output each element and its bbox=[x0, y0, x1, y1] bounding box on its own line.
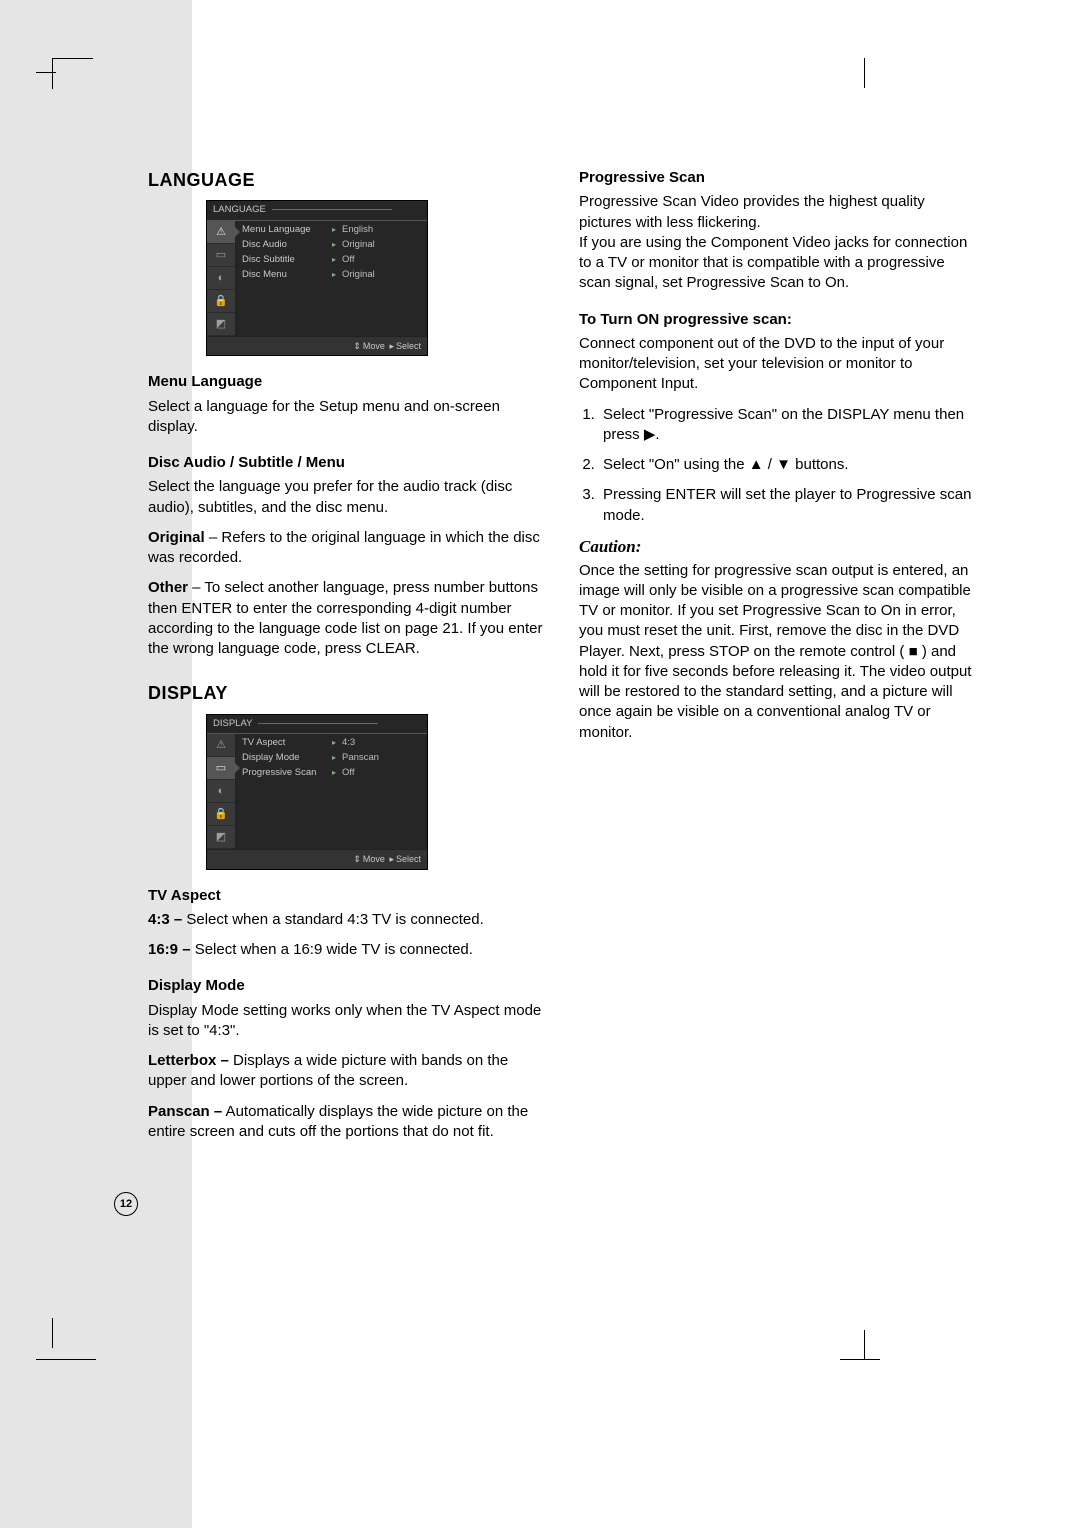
display-screenshot: DISPLAY ⚠ ▭ ◐ 🔒 ◩ TV Aspect▸4:3Display M… bbox=[206, 714, 428, 870]
stop-square-icon: ■ bbox=[909, 643, 918, 660]
panscan-option: Panscan – Automatically displays the wid… bbox=[148, 1102, 543, 1143]
left-column: LANGUAGE LANGUAGE ⚠ ▭ ◐ 🔒 ◩ Menu Languag… bbox=[148, 168, 543, 1152]
original-option: Original – Refers to the original langua… bbox=[148, 528, 543, 569]
tv-aspect-heading: TV Aspect bbox=[148, 886, 543, 906]
display-mode-text: Display Mode setting works only when the… bbox=[148, 1001, 543, 1042]
right-chevron-icon: ▸ bbox=[332, 255, 342, 266]
right-chevron-icon: ▸ bbox=[332, 270, 342, 281]
step-3: Pressing ENTER will set the player to Pr… bbox=[599, 485, 974, 526]
crop-mark bbox=[844, 58, 865, 88]
language-screenshot: LANGUAGE ⚠ ▭ ◐ 🔒 ◩ Menu Language▸English… bbox=[206, 200, 428, 356]
step-2: Select "On" using the ▲ / ▼ buttons. bbox=[599, 455, 974, 475]
screenshot-row: Menu Language▸English bbox=[236, 223, 427, 238]
screenshot-list: TV Aspect▸4:3Display Mode▸PanscanProgres… bbox=[236, 734, 427, 849]
tv-43-option: 4:3 – Select when a standard 4:3 TV is c… bbox=[148, 910, 543, 930]
warning-triangle-icon: ⚠ bbox=[207, 734, 235, 757]
caution-text: Once the setting for progressive scan ou… bbox=[579, 561, 974, 743]
letterbox-option: Letterbox – Displays a wide picture with… bbox=[148, 1051, 543, 1092]
other-option: Other – To select another language, pres… bbox=[148, 578, 543, 659]
tag-icon: ◩ bbox=[207, 826, 235, 849]
crop-mark bbox=[840, 1339, 880, 1360]
display-mode-heading: Display Mode bbox=[148, 976, 543, 996]
speaker-icon: ◐ bbox=[207, 780, 235, 803]
crop-mark bbox=[36, 72, 56, 93]
language-heading: LANGUAGE bbox=[148, 168, 543, 192]
tag-icon: ◩ bbox=[207, 313, 235, 336]
menu-language-text: Select a language for the Setup menu and… bbox=[148, 397, 543, 438]
warning-triangle-icon: ⚠ bbox=[207, 221, 235, 244]
turn-on-heading: To Turn ON progressive scan: bbox=[579, 310, 974, 330]
right-triangle-icon: ▸ bbox=[389, 341, 394, 351]
down-triangle-icon: ▼ bbox=[776, 456, 791, 473]
steps-list: Select "Progressive Scan" on the DISPLAY… bbox=[579, 405, 974, 526]
caution-heading: Caution: bbox=[579, 536, 974, 559]
screenshot-row: Disc Subtitle▸Off bbox=[236, 253, 427, 268]
updown-icon: ⇕ bbox=[353, 341, 361, 351]
screenshot-row: Progressive Scan▸Off bbox=[236, 766, 427, 781]
screenshot-row: TV Aspect▸4:3 bbox=[236, 736, 427, 751]
disc-audio-heading: Disc Audio / Subtitle / Menu bbox=[148, 453, 543, 473]
right-chevron-icon: ▸ bbox=[332, 753, 342, 764]
screenshot-footer: ⇕Move ▸Select bbox=[207, 849, 427, 868]
crop-mark bbox=[52, 58, 93, 89]
crop-mark bbox=[36, 1339, 96, 1360]
screenshot-list: Menu Language▸EnglishDisc Audio▸Original… bbox=[236, 221, 427, 336]
screenshot-title: LANGUAGE bbox=[207, 201, 427, 221]
up-triangle-icon: ▲ bbox=[749, 456, 764, 473]
page-content: LANGUAGE LANGUAGE ⚠ ▭ ◐ 🔒 ◩ Menu Languag… bbox=[148, 168, 978, 1152]
lock-icon: 🔒 bbox=[207, 803, 235, 826]
monitor-icon: ▭ bbox=[207, 244, 235, 267]
divider-line bbox=[272, 209, 392, 210]
page-number: 12 bbox=[114, 1192, 138, 1216]
right-chevron-icon: ▸ bbox=[332, 768, 342, 779]
turn-on-text: Connect component out of the DVD to the … bbox=[579, 334, 974, 395]
speaker-icon: ◐ bbox=[207, 267, 235, 290]
screenshot-footer: ⇕Move ▸Select bbox=[207, 336, 427, 355]
tv-169-option: 16:9 – Select when a 16:9 wide TV is con… bbox=[148, 940, 543, 960]
disc-audio-text: Select the language you prefer for the a… bbox=[148, 477, 543, 518]
display-heading: DISPLAY bbox=[148, 681, 543, 705]
right-triangle-icon: ▶ bbox=[644, 426, 656, 443]
right-chevron-icon: ▸ bbox=[332, 225, 342, 236]
ps-text-1: Progressive Scan Video provides the high… bbox=[579, 192, 974, 233]
screenshot-nav: ⚠ ▭ ◐ 🔒 ◩ bbox=[207, 734, 236, 849]
right-chevron-icon: ▸ bbox=[332, 738, 342, 749]
right-column: Progressive Scan Progressive Scan Video … bbox=[579, 168, 974, 1152]
updown-icon: ⇕ bbox=[353, 854, 361, 864]
step-1: Select "Progressive Scan" on the DISPLAY… bbox=[599, 405, 974, 446]
screenshot-row: Disc Audio▸Original bbox=[236, 238, 427, 253]
right-triangle-icon: ▸ bbox=[389, 854, 394, 864]
screenshot-row: Display Mode▸Panscan bbox=[236, 751, 427, 766]
right-chevron-icon: ▸ bbox=[332, 240, 342, 251]
ps-text-2: If you are using the Component Video jac… bbox=[579, 233, 974, 294]
menu-language-heading: Menu Language bbox=[148, 372, 543, 392]
monitor-icon: ▭ bbox=[207, 757, 235, 780]
lock-icon: 🔒 bbox=[207, 290, 235, 313]
screenshot-nav: ⚠ ▭ ◐ 🔒 ◩ bbox=[207, 221, 236, 336]
divider-line bbox=[258, 723, 378, 724]
screenshot-title: DISPLAY bbox=[207, 715, 427, 735]
progressive-scan-heading: Progressive Scan bbox=[579, 168, 974, 188]
screenshot-row: Disc Menu▸Original bbox=[236, 268, 427, 283]
